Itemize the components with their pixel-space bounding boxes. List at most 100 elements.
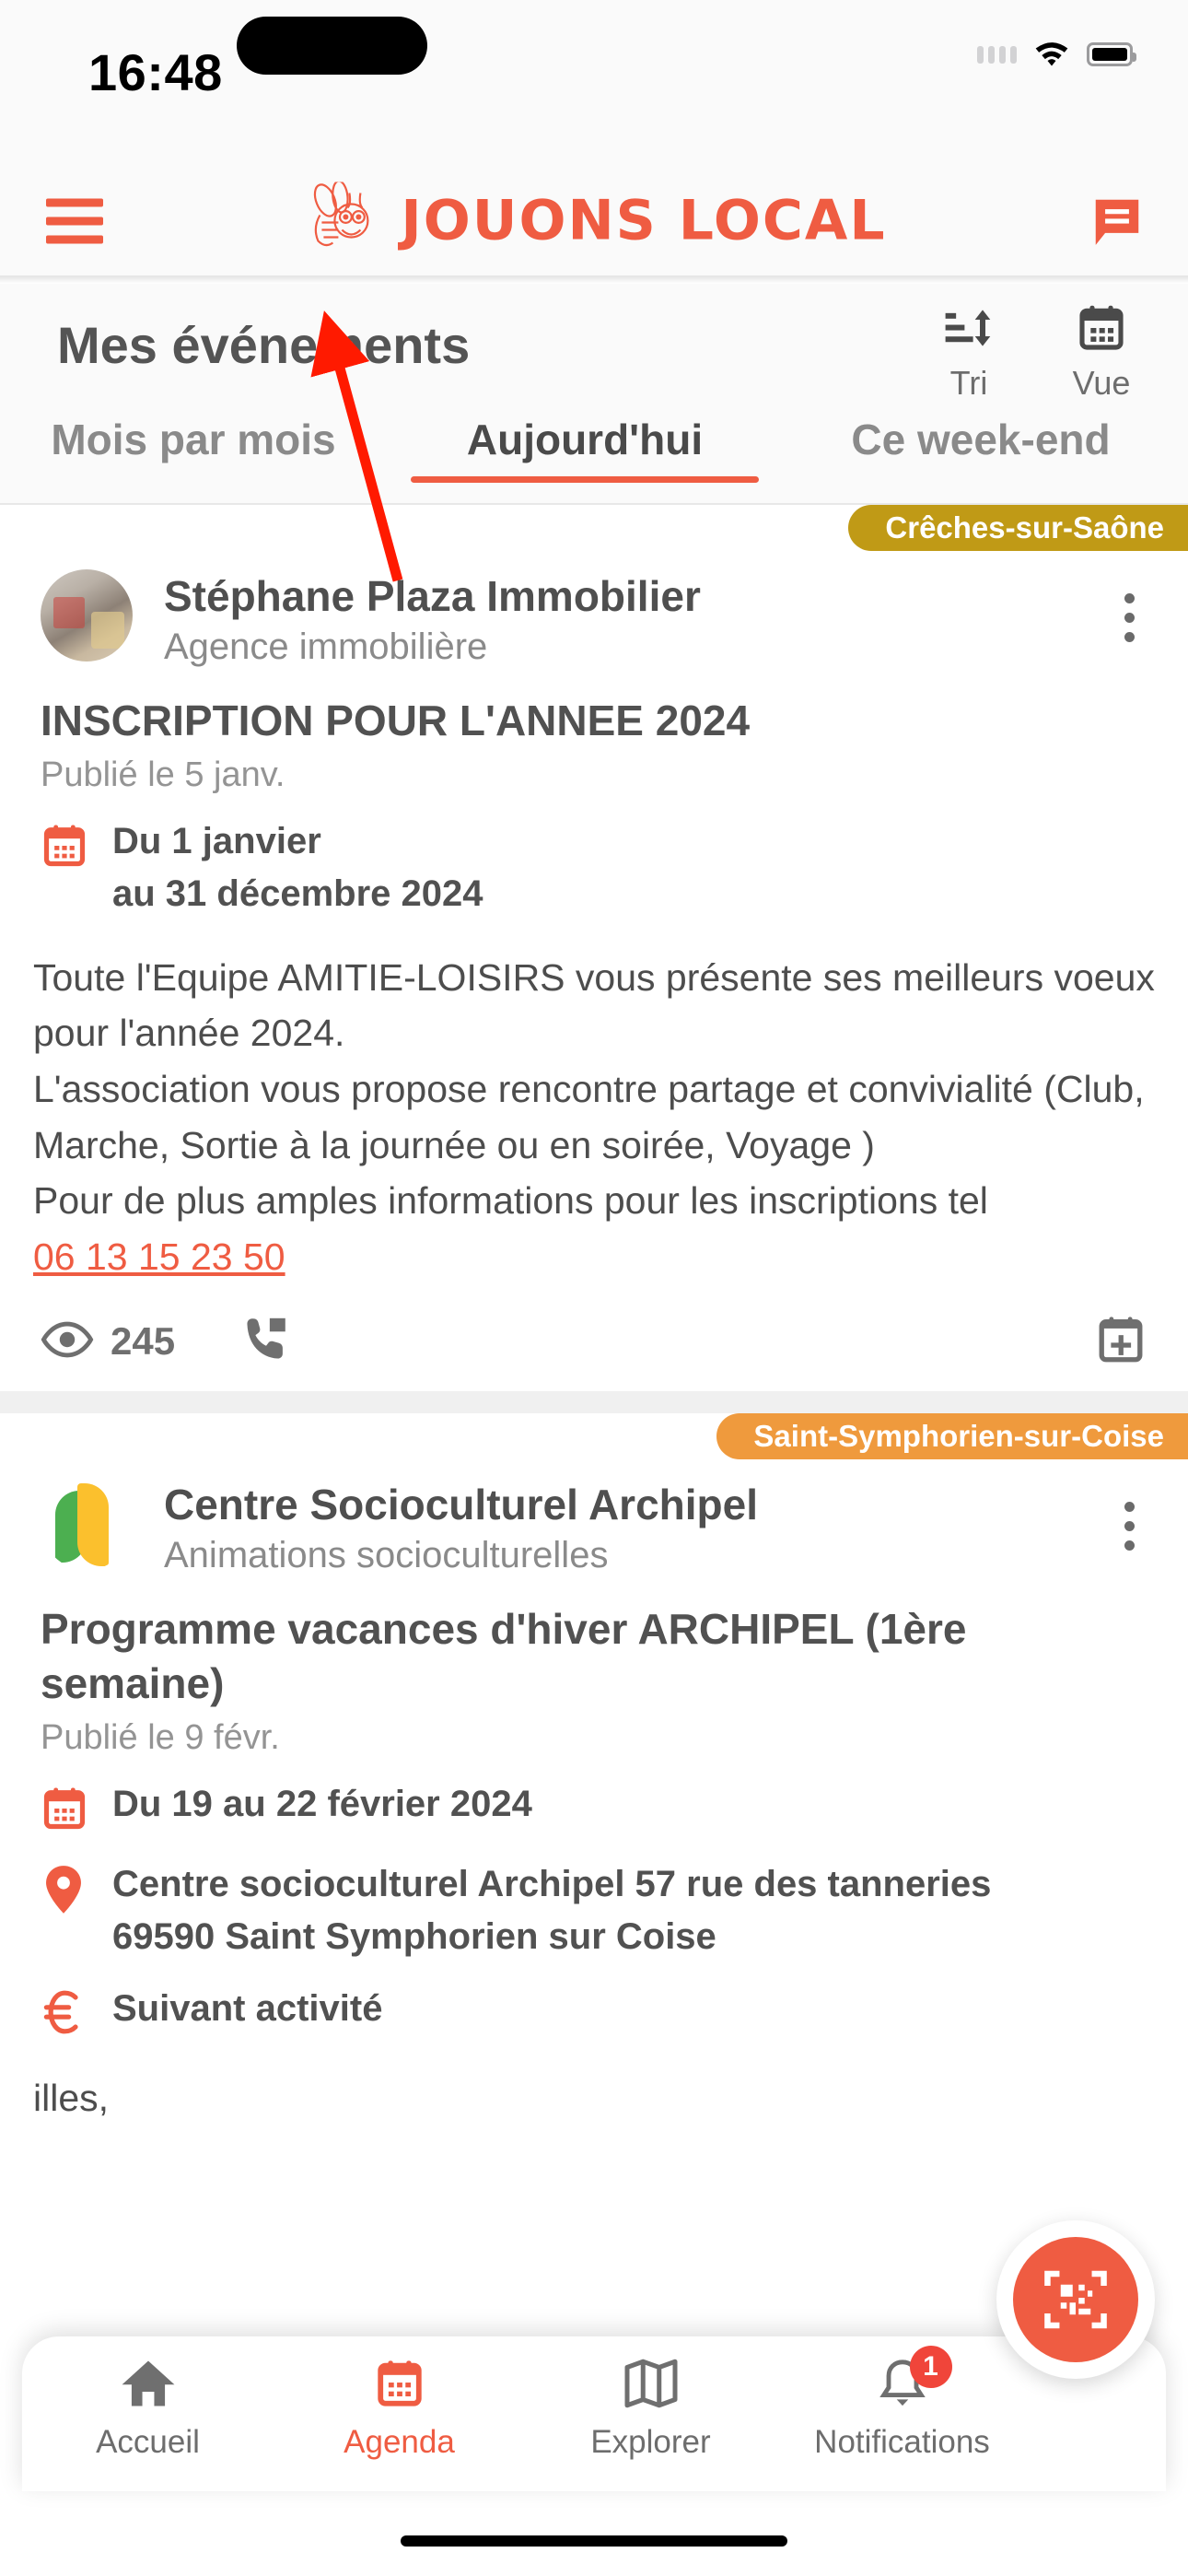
event-description-line: L'association vous propose rencontre par… [33, 1068, 1145, 1166]
home-indicator [401, 2535, 787, 2547]
avatar[interactable] [41, 1477, 133, 1570]
event-actions: 245 [0, 1285, 1188, 1371]
event-description-line: illes, [33, 2077, 110, 2120]
organization-name: Stéphane Plaza Immobilier [164, 572, 701, 620]
event-location-text: Centre socioculturel Archipel 57 rue des… [112, 1858, 991, 1963]
brand-title: JOUONS LOCAL [401, 188, 887, 253]
event-location: Centre socioculturel Archipel 57 rue des… [0, 1838, 1188, 1963]
tab-mois-par-mois[interactable]: Mois par mois [0, 415, 387, 483]
card-separator [0, 1390, 1188, 1413]
page-title: Mes événements [57, 316, 471, 374]
nav-item-notifications[interactable]: 1 Notifications [776, 2346, 1028, 2461]
event-dates: Du 19 au 22 février 2024 [0, 1758, 1188, 1838]
event-description: illes, [0, 2041, 1188, 2126]
dynamic-island [237, 17, 427, 75]
hamburger-menu-icon[interactable] [46, 198, 103, 243]
sort-icon [941, 302, 996, 358]
calendar-icon [41, 815, 88, 875]
calendar-plus-icon[interactable] [1094, 1313, 1147, 1371]
organization-text: Centre Socioculturel Archipel Animations… [164, 1478, 1188, 1576]
event-published: Publié le 9 févr. [41, 1717, 280, 1757]
leaf-logo-avatar [41, 1477, 133, 1570]
phone-link[interactable]: 06 13 15 23 50 [33, 1229, 1155, 1285]
calendar-icon [41, 1778, 88, 1838]
wifi-icon [1033, 41, 1070, 68]
status-bar-time: 16:48 [88, 43, 223, 101]
view-label: Vue [1072, 364, 1131, 402]
phone-icon[interactable] [239, 1313, 293, 1371]
status-bar: 16:48 [0, 0, 1188, 166]
main-content: Mes événements Tri Vue Mois par mois Auj… [0, 276, 1188, 2576]
organization-row[interactable]: Centre Socioculturel Archipel Animations… [0, 1461, 1188, 1576]
organization-category: Agence immobilière [164, 626, 488, 668]
event-description: Toute l'Equipe AMITIE-LOISIRS vous prése… [0, 920, 1188, 1285]
organization-name: Centre Socioculturel Archipel [164, 1480, 758, 1528]
badge-row: Saint-Symphorien-sur-Coise [0, 1412, 1188, 1461]
app-screen: 16:48 JOUONS LOCAL Mes événements Tri Vu… [0, 0, 1188, 2576]
event-title: INSCRIPTION POUR L'ANNEE 2024 [41, 697, 751, 745]
signal-dots-icon [977, 45, 1017, 64]
kebab-menu-icon[interactable] [1124, 1501, 1135, 1551]
event-dates: Du 1 janvier au 31 décembre 2024 [0, 795, 1188, 920]
map-icon [623, 2357, 679, 2415]
eye-icon [41, 1320, 94, 1364]
nav-label: Agenda [344, 2424, 455, 2460]
event-title: Programme vacances d'hiver ARCHIPEL (1èr… [41, 1605, 967, 1707]
sort-label: Tri [949, 364, 988, 402]
map-pin-icon [41, 1858, 88, 1920]
agency-photo-avatar [41, 569, 133, 662]
nav-item-agenda[interactable]: Agenda [274, 2357, 525, 2461]
sort-button[interactable]: Tri [925, 302, 1013, 403]
notification-badge: 1 [909, 2346, 952, 2388]
event-description-line: Pour de plus amples informations pour le… [33, 1179, 988, 1223]
event-date-text: Du 1 janvier au 31 décembre 2024 [112, 815, 483, 920]
event-date-start: Du 1 janvier [112, 821, 321, 862]
tab-aujourdhui[interactable]: Aujourd'hui [387, 415, 783, 483]
views-count: 245 [111, 1319, 176, 1364]
section-header: Mes événements Tri Vue [0, 284, 1188, 402]
nav-label: Explorer [590, 2424, 711, 2460]
qr-code-icon [1013, 2237, 1138, 2362]
bottom-navigation: Accueil Agenda Explorer 1 Notifications [22, 2336, 1166, 2491]
view-button[interactable]: Vue [1057, 302, 1146, 403]
kebab-menu-icon[interactable] [1124, 593, 1135, 642]
qr-scan-fab[interactable] [996, 2220, 1155, 2379]
nav-label: Notifications [814, 2424, 990, 2460]
chat-bubble-icon[interactable] [1089, 193, 1146, 250]
tab-bar: Mois par mois Aujourd'hui Ce week-end [0, 402, 1188, 503]
nav-item-accueil[interactable]: Accueil [22, 2357, 274, 2461]
events-feed: Crêches-sur-Saône Stéphane Plaza Immobil… [0, 505, 1188, 2148]
tab-ce-week-end[interactable]: Ce week-end [783, 415, 1179, 483]
event-description-line: Toute l'Equipe AMITIE-LOISIRS vous prése… [33, 955, 1155, 1055]
section-actions: Tri Vue [925, 302, 1146, 403]
event-location-line: 69590 Saint Symphorien sur Coise [112, 1915, 716, 1957]
nav-label: Accueil [96, 2424, 200, 2460]
event-date-range: Du 19 au 22 février 2024 [112, 1783, 532, 1824]
home-icon [120, 2357, 177, 2415]
event-price-text: Suivant activité [112, 1988, 383, 2030]
avatar[interactable] [41, 569, 133, 662]
event-card[interactable]: Crêches-sur-Saône Stéphane Plaza Immobil… [0, 505, 1188, 1391]
bee-mascot-icon [301, 179, 386, 260]
header-shadow [0, 276, 1188, 284]
views-counter: 245 [41, 1319, 175, 1364]
app-logo[interactable]: JOUONS LOCAL [301, 179, 887, 260]
status-bar-indicators [977, 41, 1136, 68]
calendar-icon [373, 2357, 426, 2415]
organization-text: Stéphane Plaza Immobilier Agence immobil… [164, 569, 1188, 668]
location-badge: Saint-Symphorien-sur-Coise [716, 1412, 1188, 1459]
calendar-icon [1075, 302, 1128, 358]
event-published: Publié le 5 janv. [41, 755, 285, 795]
app-header: JOUONS LOCAL [0, 166, 1188, 276]
battery-icon [1087, 42, 1136, 66]
event-location-line: Centre socioculturel Archipel 57 rue des… [112, 1863, 992, 1904]
badge-row: Crêches-sur-Saône [0, 505, 1188, 553]
euro-icon [41, 1983, 88, 2041]
event-price: Suivant activité [0, 1962, 1188, 2041]
event-card[interactable]: Saint-Symphorien-sur-Coise Centre Socioc… [0, 1412, 1188, 2148]
location-badge: Crêches-sur-Saône [848, 505, 1188, 551]
event-date-end: au 31 décembre 2024 [112, 872, 483, 914]
organization-row[interactable]: Stéphane Plaza Immobilier Agence immobil… [0, 553, 1188, 668]
organization-category: Animations socioculturelles [164, 1535, 609, 1576]
nav-item-explorer[interactable]: Explorer [525, 2357, 776, 2461]
